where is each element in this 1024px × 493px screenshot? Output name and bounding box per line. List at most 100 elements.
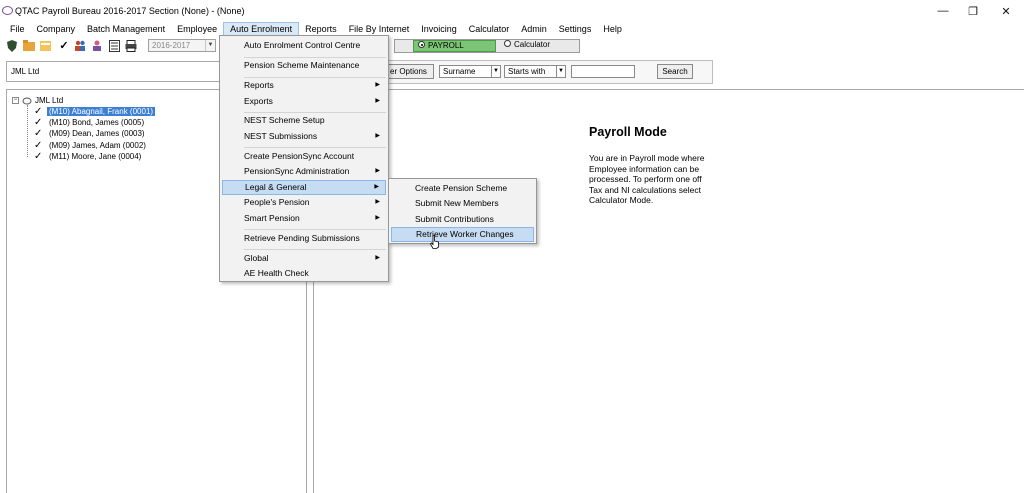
shield-icon[interactable]: [6, 40, 18, 52]
submenu-arrow-icon: ▶: [375, 168, 380, 174]
restore-button[interactable]: ❐: [958, 2, 988, 20]
employee-row-abagnail[interactable]: ✓ (M10) Abagnail, Frank (0001): [34, 106, 156, 117]
filter-options-button[interactable]: er Options: [386, 64, 434, 79]
menu-item-label: NEST Scheme Setup: [244, 115, 325, 125]
legal-general-submenu: Create Pension Scheme Submit New Members…: [388, 178, 537, 244]
payroll-label: PAYROLL: [428, 41, 464, 50]
check-icon: ✓: [34, 151, 43, 162]
submenu-item-submit-new-members[interactable]: Submit New Members: [391, 196, 534, 211]
radio-selected-icon: [418, 41, 425, 49]
menu-separator: [244, 229, 386, 230]
menu-item-label: PensionSync Administration: [244, 166, 350, 176]
employee-label: (M10) Abagnail, Frank (0001): [47, 107, 156, 116]
menu-item-retrieve-pending-submissions[interactable]: Retrieve Pending Submissions: [222, 231, 386, 246]
tree-root-label: JML Ltd: [35, 96, 64, 105]
menu-file[interactable]: File: [0, 22, 31, 36]
search-match-select[interactable]: Starts with ▼: [504, 65, 566, 78]
tree-connector: [27, 105, 28, 157]
employee-row-bond[interactable]: ✓ (M10) Bond, James (0005): [34, 117, 146, 128]
check-icon: ✓: [34, 128, 43, 139]
menu-auto-enrolment[interactable]: Auto Enrolment: [223, 22, 300, 36]
menu-item-ae-health-check[interactable]: AE Health Check: [222, 266, 386, 281]
auto-enrolment-menu: Auto Enrolment Control Centre Pension Sc…: [219, 35, 389, 282]
menu-invoicing[interactable]: Invoicing: [415, 22, 463, 36]
open-folder-icon[interactable]: [40, 40, 52, 52]
chevron-down-icon: ▼: [205, 40, 215, 51]
close-button[interactable]: ✕: [991, 2, 1021, 20]
main-content-panel: [313, 89, 1024, 493]
menu-admin[interactable]: Admin: [515, 22, 553, 36]
tax-year-select[interactable]: 2016-2017 ▼: [148, 39, 216, 52]
menu-reports[interactable]: Reports: [299, 22, 343, 36]
submenu-item-submit-contributions[interactable]: Submit Contributions: [391, 212, 534, 227]
menu-item-nest-submissions[interactable]: NEST Submissions ▶: [222, 129, 386, 144]
employee-label: (M11) Moore, Jane (0004): [49, 152, 142, 161]
menu-item-label: NEST Submissions: [244, 131, 318, 141]
search-field-value: Surname: [443, 67, 476, 76]
app-logo-icon: [2, 6, 13, 15]
search-match-value: Starts with: [508, 67, 546, 76]
submenu-arrow-icon: ▶: [375, 215, 380, 221]
submenu-arrow-icon: ▶: [375, 82, 380, 88]
menu-item-pensionsync-administration[interactable]: PensionSync Administration ▶: [222, 164, 386, 179]
chevron-down-icon: ▼: [556, 66, 565, 77]
submenu-arrow-icon: ▶: [375, 199, 380, 205]
folder-icon[interactable]: [23, 40, 35, 52]
printer-icon[interactable]: [125, 40, 137, 52]
payroll-mode-radio[interactable]: PAYROLL: [413, 40, 496, 52]
menu-item-label: Create PensionSync Account: [244, 151, 355, 161]
submenu-item-create-pension-scheme[interactable]: Create Pension Scheme: [391, 181, 534, 196]
tax-year-value: 2016-2017: [152, 41, 191, 50]
menu-item-peoples-pension[interactable]: People's Pension ▶: [222, 195, 386, 210]
chevron-down-icon: ▼: [491, 66, 500, 77]
menu-separator: [244, 249, 386, 250]
menu-item-pension-scheme-maintenance[interactable]: Pension Scheme Maintenance: [222, 58, 386, 73]
menu-file-by-internet[interactable]: File By Internet: [343, 22, 416, 36]
search-field-select[interactable]: Surname ▼: [439, 65, 501, 78]
employee-row-james[interactable]: ✓ (M09) James, Adam (0002): [34, 140, 148, 151]
user-icon[interactable]: [91, 40, 103, 52]
submenu-arrow-icon: ▶: [375, 255, 380, 261]
check-icon[interactable]: ✓: [58, 40, 70, 52]
document-icon[interactable]: [108, 40, 120, 52]
company-name: JML Ltd: [11, 67, 40, 76]
menu-employee[interactable]: Employee: [171, 22, 223, 36]
menu-settings[interactable]: Settings: [553, 22, 598, 36]
submenu-item-retrieve-worker-changes[interactable]: Retrieve Worker Changes: [391, 227, 534, 242]
check-icon: ✓: [34, 117, 43, 128]
submenu-arrow-icon: ▶: [375, 133, 380, 139]
menu-item-ae-control-centre[interactable]: Auto Enrolment Control Centre: [222, 38, 386, 53]
search-input[interactable]: [571, 65, 635, 78]
menu-company[interactable]: Company: [31, 22, 82, 36]
menu-calculator[interactable]: Calculator: [463, 22, 516, 36]
employee-row-moore[interactable]: ✓ (M11) Moore, Jane (0004): [34, 151, 143, 162]
menu-separator: [244, 147, 386, 148]
menu-item-reports[interactable]: Reports ▶: [222, 78, 386, 93]
collapse-icon[interactable]: −: [12, 97, 19, 105]
calculator-mode-radio[interactable]: Calculator: [500, 40, 576, 52]
menu-item-global[interactable]: Global ▶: [222, 251, 386, 266]
menu-bar: File Company Batch Management Employee A…: [0, 22, 1024, 36]
tree-root-company[interactable]: − JML Ltd: [12, 96, 63, 105]
radio-unselected-icon: [504, 40, 511, 48]
calculator-label: Calculator: [514, 40, 551, 49]
menu-item-label: Reports: [244, 80, 274, 90]
title-bar: QTAC Payroll Bureau 2016-2017 Section (N…: [0, 0, 1024, 22]
menu-item-create-pensionsync-account[interactable]: Create PensionSync Account: [222, 149, 386, 164]
minimize-button[interactable]: —: [928, 2, 958, 20]
employee-label: (M10) Bond, James (0005): [49, 118, 145, 127]
menu-item-legal-and-general[interactable]: Legal & General ▶: [222, 180, 386, 195]
employee-row-dean[interactable]: ✓ (M09) Dean, James (0003): [34, 128, 147, 139]
menu-item-nest-scheme-setup[interactable]: NEST Scheme Setup: [222, 113, 386, 128]
submenu-arrow-icon: ▶: [374, 184, 379, 190]
menu-batch-management[interactable]: Batch Management: [81, 22, 171, 36]
menu-item-label: AE Health Check: [244, 268, 309, 278]
people-icon[interactable]: [74, 40, 86, 52]
menu-item-label: Exports: [244, 96, 273, 106]
search-button[interactable]: Search: [657, 64, 693, 79]
menu-help[interactable]: Help: [597, 22, 628, 36]
menu-item-exports[interactable]: Exports ▶: [222, 94, 386, 109]
menu-item-label: Submit New Members: [415, 198, 499, 208]
menu-item-label: Submit Contributions: [415, 214, 494, 224]
menu-item-smart-pension[interactable]: Smart Pension ▶: [222, 211, 386, 226]
